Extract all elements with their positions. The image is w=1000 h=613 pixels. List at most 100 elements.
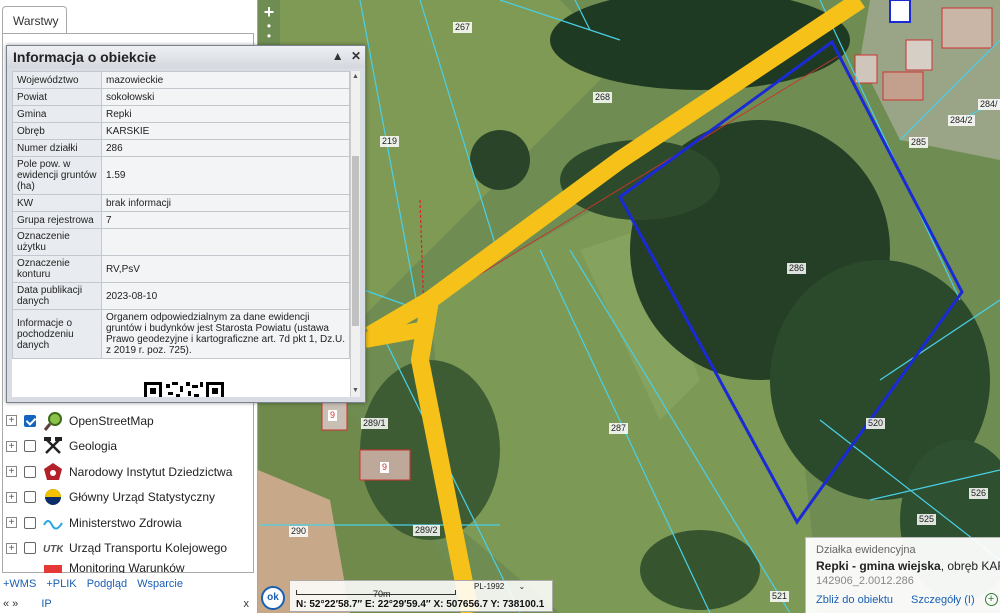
parcel-label: 267 xyxy=(453,22,473,33)
parcel-label: 284/2 xyxy=(948,115,975,126)
house-marker: 9 xyxy=(328,410,338,421)
attribute-value: 2023-08-10 xyxy=(101,282,350,310)
tool-dot-icon[interactable]: • xyxy=(259,30,279,42)
attribute-value: Organem odpowiedzialnym za dane ewidencj… xyxy=(101,309,350,359)
scale-bar: 70m xyxy=(296,589,456,599)
layer-row-utk[interactable]: + UTK Urząd Transportu Kolejowego xyxy=(6,536,252,562)
parcel-label: 284/ xyxy=(978,99,1000,110)
add-wms-link[interactable]: +WMS xyxy=(3,578,36,590)
health-wave-icon xyxy=(42,513,64,533)
attribute-key: Powiat xyxy=(12,88,102,106)
attribute-value: 286 xyxy=(101,139,350,157)
utk-logo-icon: UTK xyxy=(42,538,64,558)
gus-logo-icon xyxy=(42,487,64,507)
parcel-label: 289/2 xyxy=(413,525,440,536)
heritage-emblem-icon xyxy=(42,462,64,482)
expand-icon[interactable]: + xyxy=(6,440,17,452)
crs-select[interactable]: PL-1992 ⌄ xyxy=(474,582,544,591)
parcel-label: 525 xyxy=(917,514,937,525)
tab-layers[interactable]: Warstwy xyxy=(2,6,67,34)
attribute-key: Województwo xyxy=(12,71,102,89)
scroll-up-icon[interactable]: ▲ xyxy=(351,71,360,83)
parcel-label: 285 xyxy=(909,137,929,148)
ip-link[interactable]: IP xyxy=(41,598,51,610)
attribute-key: Oznaczenie użytku xyxy=(12,228,102,256)
expand-icon[interactable]: + xyxy=(6,491,17,503)
popup-scroll-area[interactable]: Województwo mazowieckie Powiat sokołowski Gm… xyxy=(12,71,360,397)
layer-checkbox[interactable] xyxy=(24,491,36,504)
attribute-value: 1.59 xyxy=(101,156,350,195)
zoom-to-object-link[interactable]: Zbliż do obiektu xyxy=(816,594,893,606)
panel-close-button[interactable]: x xyxy=(244,598,250,610)
layer-checkbox[interactable] xyxy=(24,465,36,478)
layer-label: Urząd Transportu Kolejowego xyxy=(69,541,228,556)
ok-button[interactable]: ok xyxy=(261,586,285,610)
layer-row-nid[interactable]: + Narodowy Instytut Dziedzictwa xyxy=(6,459,252,485)
parcel-label: 219 xyxy=(380,136,400,147)
object-info-popup: Informacja o obiekcie ▲ ✕ Województwo maz… xyxy=(6,45,366,403)
panel-bottom-bar: « » IP x xyxy=(3,598,255,610)
attribute-row: Data publikacji danych 2023-08-10 xyxy=(12,282,350,310)
popup-scrollbar[interactable]: ▲ ▼ xyxy=(350,71,360,397)
chevron-down-icon: ⌄ xyxy=(518,582,526,591)
attribute-row: Gmina Repki xyxy=(12,105,350,123)
crossed-hammers-icon xyxy=(42,436,64,456)
attribute-value: RV,PsV xyxy=(101,255,350,283)
layer-label: Ministerstwo Zdrowia xyxy=(69,515,182,530)
expand-icon[interactable]: + xyxy=(6,542,17,554)
layer-checkbox[interactable] xyxy=(24,440,36,453)
expand-icon[interactable]: + xyxy=(6,415,17,427)
attribute-key: Informacje o pochodzeniu danych xyxy=(12,309,102,359)
expand-icon[interactable]: + xyxy=(6,466,17,478)
svg-text:UTK: UTK xyxy=(43,544,63,555)
attribute-row: Oznaczenie użytku xyxy=(12,228,350,256)
parcel-precinct: , obręb KARSKIE xyxy=(940,559,1000,573)
attribute-key: Numer działki xyxy=(12,139,102,157)
details-link[interactable]: Szczegóły (I) xyxy=(911,594,975,606)
scroll-down-icon[interactable]: ▼ xyxy=(351,385,360,397)
layer-label: Geologia xyxy=(69,439,118,454)
attribute-row: Numer działki 286 xyxy=(12,139,350,157)
attribute-key: Grupa rejestrowa xyxy=(12,211,102,229)
attribute-row: Powiat sokołowski xyxy=(12,88,350,106)
layer-checkbox[interactable] xyxy=(24,516,36,529)
attribute-value xyxy=(101,228,350,256)
map-tools: + • • xyxy=(259,3,279,42)
close-icon[interactable]: ✕ xyxy=(351,49,361,63)
qr-code-icon xyxy=(130,376,240,397)
attribute-row: Informacje o pochodzeniu danych Organem o… xyxy=(12,309,350,359)
layer-label: OpenStreetMap xyxy=(69,413,154,428)
layer-row-gus[interactable]: + Główny Urząd Statystyczny xyxy=(6,485,252,511)
scroll-thumb[interactable] xyxy=(352,156,359,326)
attribute-row: Obręb KARSKIE xyxy=(12,122,350,140)
parcel-label: 287 xyxy=(609,423,629,434)
popup-title: Informacja o obiekcie xyxy=(13,49,157,65)
attribute-value: Repki xyxy=(101,105,350,123)
layer-row-monitoring[interactable]: + Monitoring Warunków xyxy=(6,561,252,573)
add-icon[interactable]: + xyxy=(984,593,998,606)
expand-icon[interactable]: + xyxy=(6,517,17,529)
add-file-link[interactable]: +PLIK xyxy=(46,578,76,590)
layer-label: Główny Urząd Statystyczny xyxy=(69,490,216,505)
layer-checkbox[interactable] xyxy=(24,542,36,555)
parcel-heading: Działka ewidencyjna xyxy=(816,544,916,556)
layer-row-openstreetmap[interactable]: + OpenStreetMap xyxy=(6,408,252,434)
minimize-icon[interactable]: ▲ xyxy=(332,49,344,63)
crs-value: PL-1992 xyxy=(474,582,505,591)
panel-nav-arrows[interactable]: « » xyxy=(3,598,18,610)
parcel-label: 521 xyxy=(770,591,790,602)
preview-link[interactable]: Podgląd xyxy=(87,578,127,590)
layer-row-geologia[interactable]: + Geologia xyxy=(6,434,252,460)
layer-row-ministerstwo-zdrowia[interactable]: + Ministerstwo Zdrowia xyxy=(6,510,252,536)
popup-title-bar[interactable]: Informacja o obiekcie ▲ ✕ xyxy=(7,46,365,68)
parcel-label: 268 xyxy=(593,92,613,103)
attribute-row: Pole pow. w ewidencji gruntów (ha) 1.59 xyxy=(12,156,350,195)
attribute-value: KARSKIE xyxy=(101,122,350,140)
parcel-links: Zbliż do obiektu Szczegóły (I) + xyxy=(816,593,1000,606)
scale-label: 70m xyxy=(373,589,391,599)
attribute-value: mazowieckie xyxy=(101,71,350,89)
attribute-value: 7 xyxy=(101,211,350,229)
support-link[interactable]: Wsparcie xyxy=(137,578,183,590)
monitoring-icon xyxy=(42,561,64,573)
layer-checkbox[interactable] xyxy=(24,414,36,427)
